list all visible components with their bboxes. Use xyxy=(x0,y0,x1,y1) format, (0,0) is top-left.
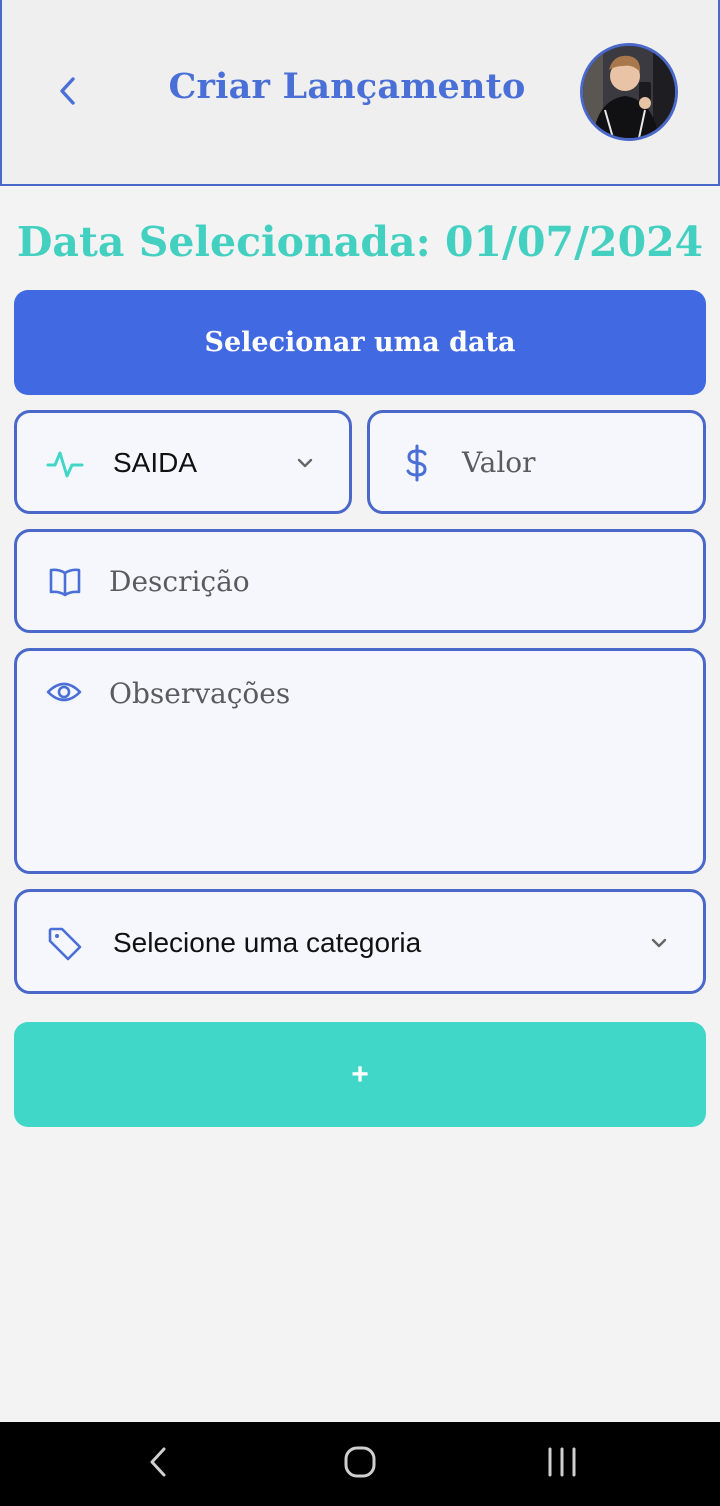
selected-date-label: Data Selecionada: 01/07/2024 xyxy=(16,218,704,266)
book-icon xyxy=(47,566,83,598)
type-select-value: SAIDA xyxy=(113,447,198,478)
category-select[interactable]: Selecione uma categoria xyxy=(14,889,706,994)
category-select-placeholder: Selecione uma categoria xyxy=(113,927,422,958)
nav-back-icon xyxy=(147,1446,169,1482)
value-input-placeholder: Valor xyxy=(462,446,536,479)
screen: Criar Lançamento Data Selecionada: 01/07… xyxy=(0,0,720,1506)
app-header: Criar Lançamento xyxy=(0,0,720,186)
chevron-left-icon xyxy=(54,73,80,113)
activity-icon xyxy=(45,447,85,481)
nav-home-icon xyxy=(343,1445,377,1483)
description-input-placeholder: Descrição xyxy=(109,565,250,598)
value-input[interactable]: Valor xyxy=(367,410,706,514)
chevron-down-icon xyxy=(647,931,671,955)
nav-recents-button[interactable] xyxy=(532,1422,592,1506)
add-entry-button-label: + xyxy=(351,1057,369,1091)
dollar-icon xyxy=(400,443,434,483)
chevron-down-icon xyxy=(293,451,317,475)
add-entry-button[interactable]: + xyxy=(14,1022,706,1127)
select-date-button-label: Selecionar uma data xyxy=(204,327,516,358)
nav-home-button[interactable] xyxy=(330,1422,390,1506)
system-navbar xyxy=(0,1422,720,1506)
eye-icon xyxy=(45,677,83,707)
back-button[interactable] xyxy=(44,70,90,116)
type-select[interactable]: SAIDA xyxy=(14,410,352,514)
page-title: Criar Lançamento xyxy=(168,66,526,107)
nav-back-button[interactable] xyxy=(130,1422,186,1506)
select-date-button[interactable]: Selecionar uma data xyxy=(14,290,706,395)
notes-textarea[interactable]: Observações xyxy=(14,648,706,874)
tag-icon xyxy=(47,926,83,962)
description-input[interactable]: Descrição xyxy=(14,529,706,633)
avatar[interactable] xyxy=(580,43,678,141)
nav-recents-icon xyxy=(546,1447,578,1481)
notes-textarea-placeholder: Observações xyxy=(109,677,291,710)
